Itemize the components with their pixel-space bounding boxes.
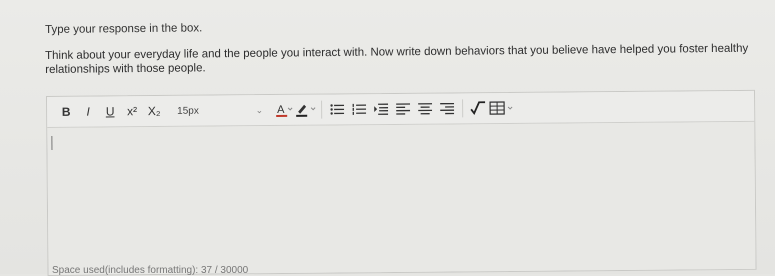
align-left-icon [396,103,410,115]
align-right-icon [440,102,454,114]
bullet-list-button[interactable] [326,98,348,120]
subscript-button[interactable]: X₂ [143,100,165,122]
align-center-icon [418,103,432,115]
indent-button[interactable] [370,98,392,120]
math-icon [470,101,486,115]
numbered-list-icon [352,103,366,115]
math-button[interactable] [467,97,489,119]
response-textarea[interactable] [47,122,755,275]
italic-button[interactable]: I [77,101,99,123]
svg-text:A: A [277,104,285,116]
font-size-select[interactable]: 15px ⌄ [173,100,267,121]
bold-button[interactable]: B [55,101,77,123]
highlight-icon [295,102,317,118]
align-left-button[interactable] [392,98,414,120]
highlight-button[interactable] [295,99,317,121]
rich-text-editor: B I U x² X₂ 15px ⌄ A [46,90,757,276]
toolbar-separator [321,101,322,119]
font-size-value: 15px [177,105,199,116]
text-cursor [51,136,52,150]
superscript-button[interactable]: x² [121,100,143,122]
underline-button[interactable]: U [99,100,121,122]
instruction-text: Type your response in the box. [45,22,202,36]
bullet-list-icon [330,103,344,115]
table-icon [489,101,515,115]
table-button[interactable] [489,97,515,119]
indent-icon [374,103,388,115]
font-color-button[interactable]: A [273,99,295,121]
numbered-list-button[interactable] [348,98,370,120]
question-prompt: Think about your everyday life and the p… [45,41,770,77]
toolbar-separator [462,99,463,117]
space-used-counter: Space used(includes formatting): 37 / 30… [52,265,248,276]
font-color-icon: A [275,102,293,118]
response-panel: Type your response in the box. Think abo… [0,0,775,274]
chevron-down-icon: ⌄ [256,105,264,116]
align-center-button[interactable] [414,98,436,120]
align-right-button[interactable] [436,97,458,119]
